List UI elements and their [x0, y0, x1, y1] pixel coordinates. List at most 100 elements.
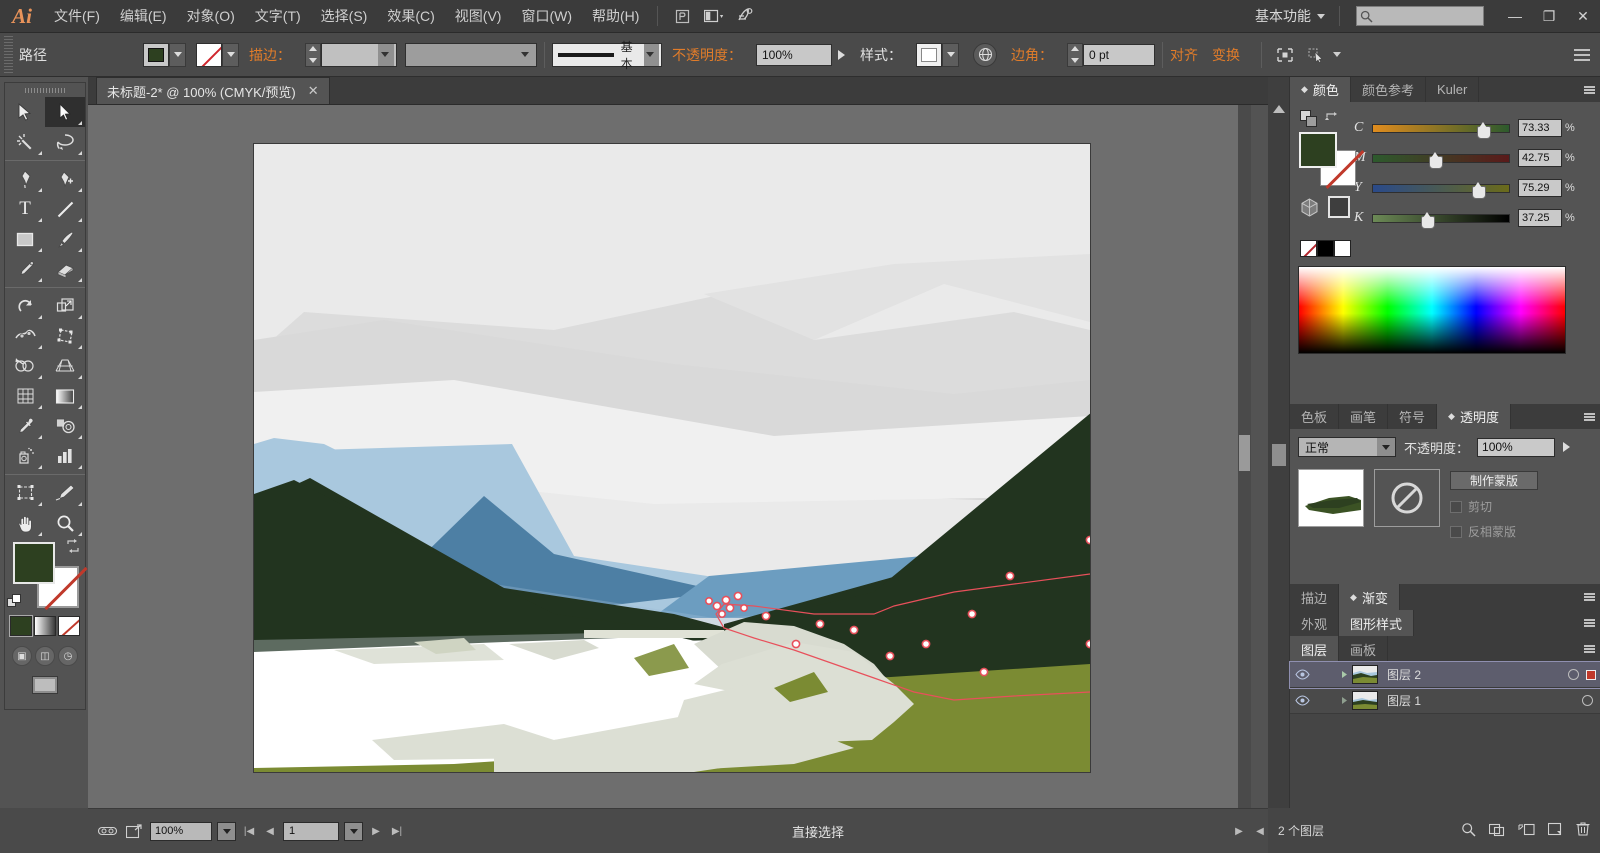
menu-view[interactable]: 视图(V)	[445, 0, 512, 33]
last-artboard-button[interactable]: ▶|	[389, 826, 405, 837]
menu-window[interactable]: 窗口(W)	[511, 0, 582, 33]
create-new-sublayer-icon[interactable]	[1518, 822, 1535, 840]
swap-fill-stroke-icon[interactable]	[65, 538, 81, 554]
search-input[interactable]	[1356, 6, 1484, 26]
layer-name[interactable]: 图层 1	[1378, 692, 1582, 709]
target-indicator[interactable]	[1582, 695, 1593, 706]
zoom-dropdown-button[interactable]	[217, 821, 236, 841]
document-tab[interactable]: 未标题-2* @ 100% (CMYK/预览) ✕	[96, 77, 330, 104]
rail-handle[interactable]	[1272, 444, 1286, 466]
eyedropper-tool[interactable]	[5, 411, 45, 441]
zoom-tool[interactable]	[45, 508, 85, 538]
first-artboard-button[interactable]: |◀	[241, 826, 257, 837]
add-anchor-point-tool[interactable]	[45, 164, 85, 194]
control-bar-grip[interactable]	[4, 35, 13, 74]
artboard[interactable]	[253, 143, 1091, 773]
stroke-color-button[interactable]	[196, 42, 222, 67]
corner-stepper[interactable]	[1067, 42, 1083, 67]
make-mask-button[interactable]: 制作蒙版	[1450, 471, 1538, 490]
blend-tool[interactable]	[45, 411, 85, 441]
menu-type[interactable]: 文字(T)	[245, 0, 311, 33]
transform-label[interactable]: 变换	[1212, 45, 1240, 65]
previous-artboard-button[interactable]: ◀	[262, 826, 278, 837]
tab-color-guide[interactable]: 颜色参考	[1350, 77, 1426, 102]
opacity-slider-button[interactable]	[832, 43, 850, 66]
layer-row[interactable]: 图层 1	[1290, 688, 1600, 714]
create-new-layer-icon[interactable]	[1547, 822, 1563, 840]
color-fill-button[interactable]	[9, 615, 33, 637]
rectangle-tool[interactable]	[5, 224, 45, 254]
transparency-object-thumbnail[interactable]	[1298, 469, 1364, 527]
bridge-icon[interactable]	[669, 5, 695, 27]
select-similar-icon[interactable]	[1304, 44, 1330, 66]
rotate-tool[interactable]	[5, 291, 45, 321]
corner-value-field[interactable]: 0 pt	[1083, 43, 1155, 66]
mesh-tool[interactable]	[5, 381, 45, 411]
slider-value-c[interactable]: 73.33	[1518, 119, 1562, 137]
isolate-icon[interactable]	[1272, 44, 1298, 66]
fill-color-indicator[interactable]	[13, 542, 55, 584]
swap-fill-stroke-icon[interactable]	[1324, 111, 1340, 127]
canvas-vertical-scrollbar[interactable]	[1238, 105, 1251, 808]
hand-tool[interactable]	[5, 508, 45, 538]
symbol-sprayer-tool[interactable]	[5, 441, 45, 471]
transparency-panel-menu-icon[interactable]	[1578, 404, 1600, 429]
stroke-weight-combo[interactable]	[321, 42, 397, 67]
layer-row[interactable]: 图层 2	[1289, 661, 1600, 689]
expand-layer-icon[interactable]	[1336, 696, 1352, 705]
stroke-gradient-panel-menu-icon[interactable]	[1578, 584, 1600, 610]
restore-button[interactable]: ❐	[1532, 3, 1566, 29]
color-spectrum-ramp[interactable]	[1298, 266, 1566, 354]
slider-track-k[interactable]	[1372, 211, 1510, 229]
slider-track-m[interactable]	[1372, 151, 1510, 169]
workspace-switcher[interactable]: 基本功能	[1249, 6, 1331, 26]
expand-layer-icon[interactable]	[1336, 670, 1352, 679]
swatch-white[interactable]	[1334, 240, 1351, 257]
arrange-documents-icon[interactable]	[701, 5, 727, 27]
column-graph-tool[interactable]	[45, 441, 85, 471]
opacity-slider-arrow-icon[interactable]	[1563, 442, 1571, 452]
gradient-tool[interactable]	[45, 381, 85, 411]
tab-brushes[interactable]: 画笔	[1339, 404, 1389, 429]
stroke-weight-stepper[interactable]	[305, 42, 321, 67]
corner-label[interactable]: 边角：	[1011, 45, 1053, 65]
fit-artboard-icon[interactable]	[96, 821, 118, 841]
scale-tool[interactable]	[45, 291, 85, 321]
slice-tool[interactable]	[45, 478, 85, 508]
color-cube-icon[interactable]	[1300, 198, 1320, 218]
tab-graphic-styles[interactable]: 图形样式	[1339, 610, 1415, 636]
close-icon[interactable]: ✕	[308, 83, 319, 99]
minimize-button[interactable]: —	[1498, 3, 1532, 29]
draw-normal-button[interactable]: ▣	[12, 646, 32, 666]
blob-brush-tool[interactable]	[45, 254, 85, 284]
collapse-panels-icon[interactable]	[1273, 105, 1285, 113]
tab-stroke[interactable]: 描边	[1290, 584, 1340, 610]
tab-artboards[interactable]: 画板	[1339, 636, 1389, 662]
slider-value-m[interactable]: 42.75	[1518, 149, 1562, 167]
slider-knob-k[interactable]	[1421, 211, 1435, 229]
perspective-grid-tool[interactable]	[45, 351, 85, 381]
selection-tool[interactable]	[5, 97, 45, 127]
slider-knob-m[interactable]	[1429, 151, 1443, 169]
swatch-none[interactable]	[1300, 240, 1317, 257]
stroke-profile-combo[interactable]	[405, 42, 537, 67]
menu-object[interactable]: 对象(O)	[177, 0, 245, 33]
eye-icon[interactable]	[1290, 669, 1314, 680]
default-fill-stroke-icon[interactable]	[7, 594, 23, 610]
menu-file[interactable]: 文件(F)	[44, 0, 110, 33]
next-artboard-button[interactable]: ▶	[368, 826, 384, 837]
color-panel-menu-icon[interactable]	[1578, 77, 1600, 102]
draw-behind-button[interactable]: ◫	[35, 646, 55, 666]
stroke-label[interactable]: 描边：	[249, 45, 291, 65]
slider-value-y[interactable]: 75.29	[1518, 179, 1562, 197]
fill-dropdown-button[interactable]	[169, 42, 186, 67]
tab-gradient[interactable]: ◆ 渐变	[1339, 584, 1400, 610]
panel-icon-rail[interactable]	[1268, 77, 1290, 808]
draw-inside-button[interactable]: ◷	[58, 646, 78, 666]
eye-icon[interactable]	[1290, 695, 1314, 706]
locate-object-icon[interactable]	[1461, 822, 1476, 840]
menu-select[interactable]: 选择(S)	[311, 0, 378, 33]
menu-edit[interactable]: 编辑(E)	[110, 0, 177, 33]
share-icon[interactable]	[123, 821, 145, 841]
opacity-value-field[interactable]: 100%	[756, 43, 832, 66]
